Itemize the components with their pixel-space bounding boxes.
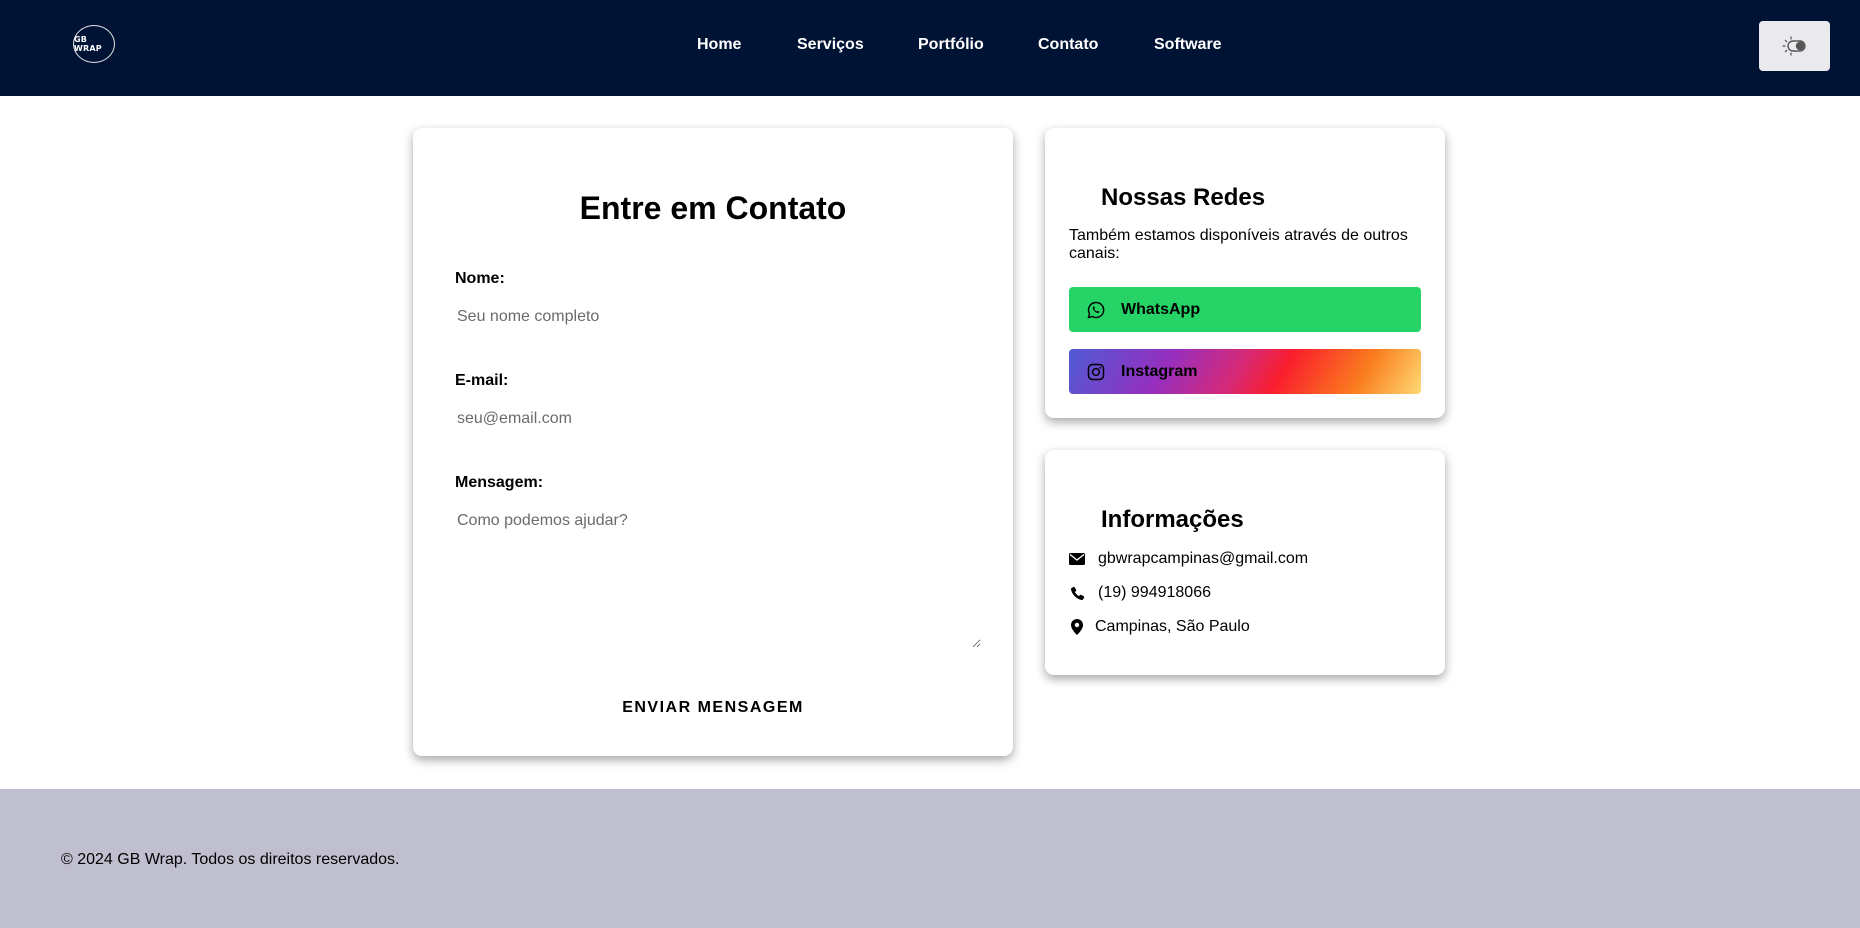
contact-title: Entre em Contato [579, 190, 847, 226]
nav-servicos[interactable]: Serviços [797, 36, 864, 54]
phone-icon [1069, 585, 1085, 601]
info-card: Informações gbwrapcampinas@gmail.com (19… [1045, 450, 1445, 675]
main-nav: Home Serviços Portfólio Contato Software [0, 36, 1860, 56]
instagram-button[interactable]: Instagram [1069, 349, 1421, 394]
nav-software[interactable]: Software [1154, 36, 1222, 54]
info-phone: (19) 994918066 [1098, 584, 1211, 601]
nav-portfolio[interactable]: Portfólio [918, 36, 984, 54]
redes-description: Também estamos disponíveis através de ou… [1069, 227, 1408, 262]
redes-title: Nossas Redes [1101, 184, 1266, 211]
info-location-row: Campinas, São Paulo [1069, 618, 1250, 636]
social-networks-card: Nossas Redes Também estamos disponíveis … [1045, 128, 1445, 418]
info-location: Campinas, São Paulo [1095, 618, 1250, 635]
whatsapp-icon [1087, 301, 1105, 319]
envelope-icon [1069, 551, 1085, 567]
info-email-row: gbwrapcampinas@gmail.com [1069, 550, 1308, 568]
theme-toggle-button[interactable] [1759, 21, 1830, 71]
whatsapp-label: WhatsApp [1121, 300, 1201, 318]
nav-contato[interactable]: Contato [1038, 36, 1098, 54]
map-pin-icon [1069, 619, 1085, 635]
instagram-label: Instagram [1121, 362, 1198, 380]
site-header: GB WRAP Home Serviços Portfólio Contato … [0, 0, 1860, 96]
whatsapp-button[interactable]: WhatsApp [1069, 287, 1421, 332]
message-label: Mensagem: [455, 474, 544, 491]
info-email: gbwrapcampinas@gmail.com [1098, 550, 1309, 567]
info-phone-row: (19) 994918066 [1069, 584, 1211, 602]
sun-moon-toggle-icon [1781, 36, 1806, 56]
name-input[interactable] [455, 298, 975, 336]
contact-form-card: Entre em Contato Nome: E-mail: Mensagem:… [413, 128, 1013, 756]
name-label: Nome: [455, 270, 505, 287]
send-message-button[interactable]: ENVIAR MENSAGEM [593, 686, 833, 730]
info-title: Informações [1101, 506, 1244, 533]
message-textarea[interactable] [455, 504, 981, 648]
footer-copyright: © 2024 GB Wrap. Todos os direitos reserv… [61, 851, 400, 868]
instagram-icon [1087, 363, 1105, 381]
email-input[interactable] [455, 400, 975, 438]
nav-home[interactable]: Home [697, 36, 741, 54]
site-footer: © 2024 GB Wrap. Todos os direitos reserv… [0, 789, 1860, 928]
email-label: E-mail: [455, 372, 509, 389]
